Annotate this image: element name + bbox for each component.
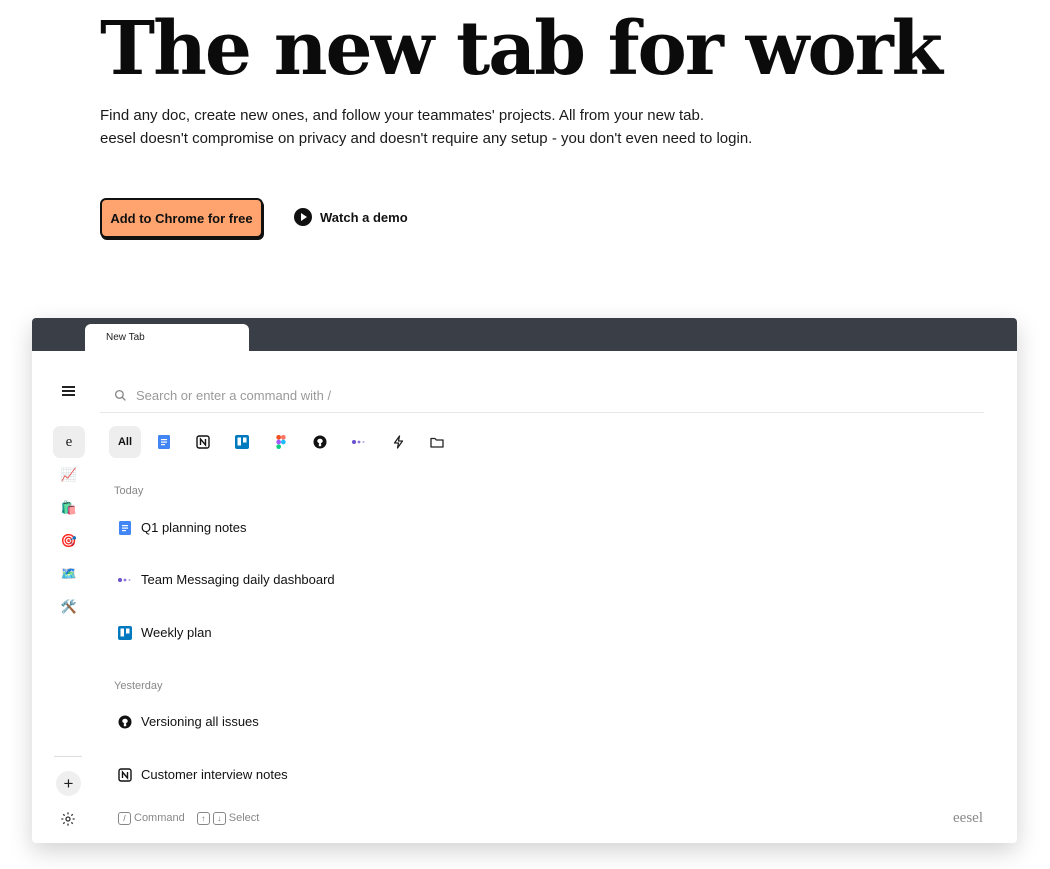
result-title: Q1 planning notes (141, 520, 247, 535)
github-icon (118, 715, 132, 728)
result-title: Weekly plan (141, 625, 212, 640)
target-emoji-icon[interactable]: 🎯 (53, 525, 85, 557)
hamburger-menu-icon[interactable] (62, 386, 75, 398)
trello-icon (118, 625, 132, 640)
messaging-icon (118, 577, 131, 582)
messaging-icon (352, 440, 365, 444)
notion-icon (196, 435, 210, 449)
sidebar-item-eesel[interactable]: e (53, 426, 85, 458)
hero-subtitle: Find any doc, create new ones, and follo… (100, 104, 752, 150)
page-title: The new tab for work (100, 6, 943, 92)
gear-icon[interactable] (60, 811, 76, 827)
result-title: Customer interview notes (141, 767, 288, 782)
keyboard-hints: / Command ↑ ↓ Select (118, 812, 259, 825)
tab-strip: New Tab (32, 318, 1017, 352)
arrow-up-key-icon: ↑ (196, 812, 210, 825)
watch-demo-link[interactable]: Watch a demo (294, 208, 408, 226)
tab-new-tab[interactable]: New Tab (85, 324, 249, 352)
sidebar: e 📈 🛍️ 🎯 🗺️ 🛠️ + (32, 351, 104, 843)
map-emoji-icon[interactable]: 🗺️ (53, 558, 85, 590)
search-bar[interactable] (100, 378, 984, 413)
source-filters: All (109, 426, 453, 458)
filter-lightning[interactable] (382, 426, 414, 458)
tools-emoji-icon[interactable]: 🛠️ (53, 591, 85, 623)
section-label-today: Today (114, 485, 144, 497)
hero-subtitle-line-2: eesel doesn't compromise on privacy and … (100, 130, 753, 147)
figma-icon (276, 435, 286, 449)
slash-key-icon: / (118, 812, 131, 825)
trello-icon (235, 435, 249, 449)
sidebar-divider (54, 756, 82, 757)
filter-github[interactable] (304, 426, 336, 458)
result-item[interactable]: Customer interview notes (118, 767, 288, 782)
browser-window: New Tab e 📈 🛍️ 🎯 🗺️ 🛠️ + All (32, 318, 1017, 843)
filter-figma[interactable] (265, 426, 297, 458)
search-icon (114, 389, 126, 401)
watch-demo-label: Watch a demo (320, 209, 408, 225)
shopping-bags-emoji-icon[interactable]: 🛍️ (53, 492, 85, 524)
hero-subtitle-line-1: Find any doc, create new ones, and follo… (100, 107, 704, 124)
play-icon (294, 208, 312, 226)
google-docs-icon (158, 435, 170, 449)
command-hint: / Command (118, 812, 185, 825)
filter-folder[interactable] (421, 426, 453, 458)
chart-emoji-icon[interactable]: 📈 (53, 459, 85, 491)
result-title: Versioning all issues (141, 714, 259, 729)
select-hint: ↑ ↓ Select (196, 812, 259, 825)
filter-notion[interactable] (187, 426, 219, 458)
add-to-chrome-button[interactable]: Add to Chrome for free (100, 198, 263, 238)
result-item[interactable]: Team Messaging daily dashboard (118, 572, 335, 587)
github-icon (313, 435, 327, 449)
result-item[interactable]: Q1 planning notes (118, 520, 247, 535)
result-title: Team Messaging daily dashboard (141, 572, 335, 587)
search-input[interactable] (136, 387, 636, 403)
section-label-yesterday: Yesterday (114, 680, 163, 692)
filter-trello[interactable] (226, 426, 258, 458)
folder-icon (430, 437, 444, 448)
result-item[interactable]: Versioning all issues (118, 714, 259, 729)
filter-messaging[interactable] (343, 426, 375, 458)
filter-google-docs[interactable] (148, 426, 180, 458)
result-item[interactable]: Weekly plan (118, 625, 212, 640)
lightning-icon (393, 435, 403, 449)
arrow-down-key-icon: ↓ (212, 812, 226, 825)
notion-icon (118, 767, 132, 782)
google-docs-icon (119, 520, 131, 535)
filter-all[interactable]: All (109, 426, 141, 458)
eesel-logo: eesel (953, 810, 983, 826)
add-space-button[interactable]: + (56, 771, 81, 796)
